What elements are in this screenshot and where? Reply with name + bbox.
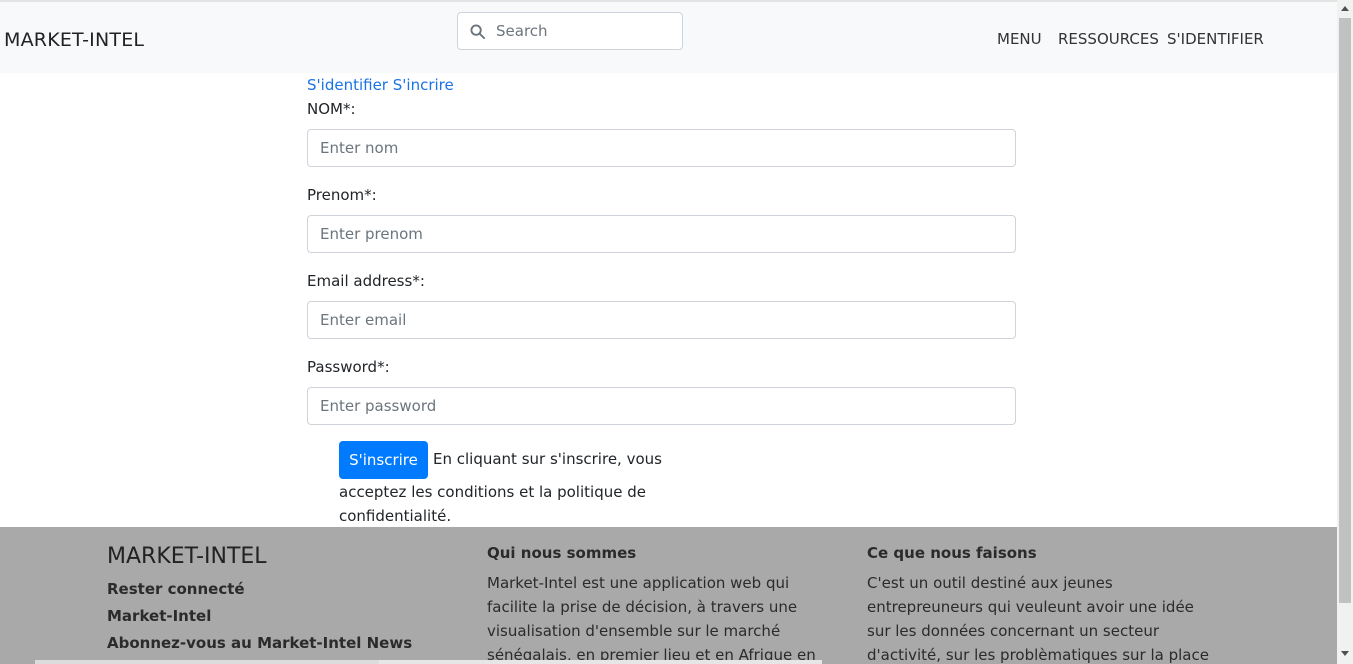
nav-menu[interactable]: MENU — [997, 30, 1042, 48]
footer-link-newsletter[interactable]: Abonnez-vous au Market-Intel News — [107, 634, 412, 652]
search-box[interactable] — [457, 12, 683, 50]
auth-links: S'identifier S'incrire — [307, 76, 454, 94]
nav-sidentifier[interactable]: S'IDENTIFIER — [1167, 30, 1264, 48]
search-input[interactable] — [496, 19, 676, 43]
scroll-down-arrow-icon[interactable] — [1341, 651, 1349, 656]
email-field[interactable] — [307, 301, 1016, 339]
nom-label: NOM*: — [307, 100, 356, 118]
footer-link-market-intel[interactable]: Market-Intel — [107, 607, 211, 625]
terms-text-line-1: En cliquant sur s'inscrire, vous — [433, 450, 662, 468]
signup-link[interactable]: S'incrire — [393, 76, 454, 94]
what-text: C'est un outil destiné aux jeunes entrep… — [867, 574, 1209, 664]
scroll-up-arrow-icon[interactable] — [1341, 6, 1349, 11]
about-text: Market-Intel est une application web qui… — [487, 574, 816, 664]
vertical-scrollbar[interactable] — [1337, 0, 1353, 664]
footer-title: MARKET-INTEL — [107, 544, 267, 569]
password-input[interactable] — [308, 388, 1015, 424]
signup-button[interactable]: S'inscrire — [339, 441, 428, 479]
email-label: Email address*: — [307, 272, 425, 290]
terms-text-line-3: confidentialité. — [339, 507, 452, 525]
password-label: Password*: — [307, 358, 390, 376]
about-heading: Qui nous sommes — [487, 544, 637, 562]
nav-ressources[interactable]: RESSOURCES — [1058, 30, 1159, 48]
prenom-field[interactable] — [307, 215, 1016, 253]
navbar: MARKET-INTEL MENU RESSOURCES S'IDENTIFIE… — [0, 0, 1337, 73]
nom-field[interactable] — [307, 129, 1016, 167]
footer-link-stay-connected[interactable]: Rester connecté — [107, 580, 245, 598]
what-heading: Ce que nous faisons — [867, 544, 1037, 562]
terms-text-line-2: acceptez les conditions et la politique … — [339, 483, 646, 501]
scroll-thumb[interactable] — [1339, 18, 1351, 603]
prenom-label: Prenom*: — [307, 186, 377, 204]
footer: MARKET-INTEL Rester connecté Market-Inte… — [0, 527, 1337, 664]
horizontal-scrollbar[interactable] — [35, 660, 379, 664]
search-icon — [470, 24, 485, 39]
prenom-input[interactable] — [308, 216, 1015, 252]
brand-logo[interactable]: MARKET-INTEL — [4, 29, 144, 51]
horizontal-scrollbar-track — [379, 660, 822, 664]
password-field[interactable] — [307, 387, 1016, 425]
email-input[interactable] — [308, 302, 1015, 338]
login-link[interactable]: S'identifier — [307, 76, 388, 94]
nom-input[interactable] — [308, 130, 1015, 166]
